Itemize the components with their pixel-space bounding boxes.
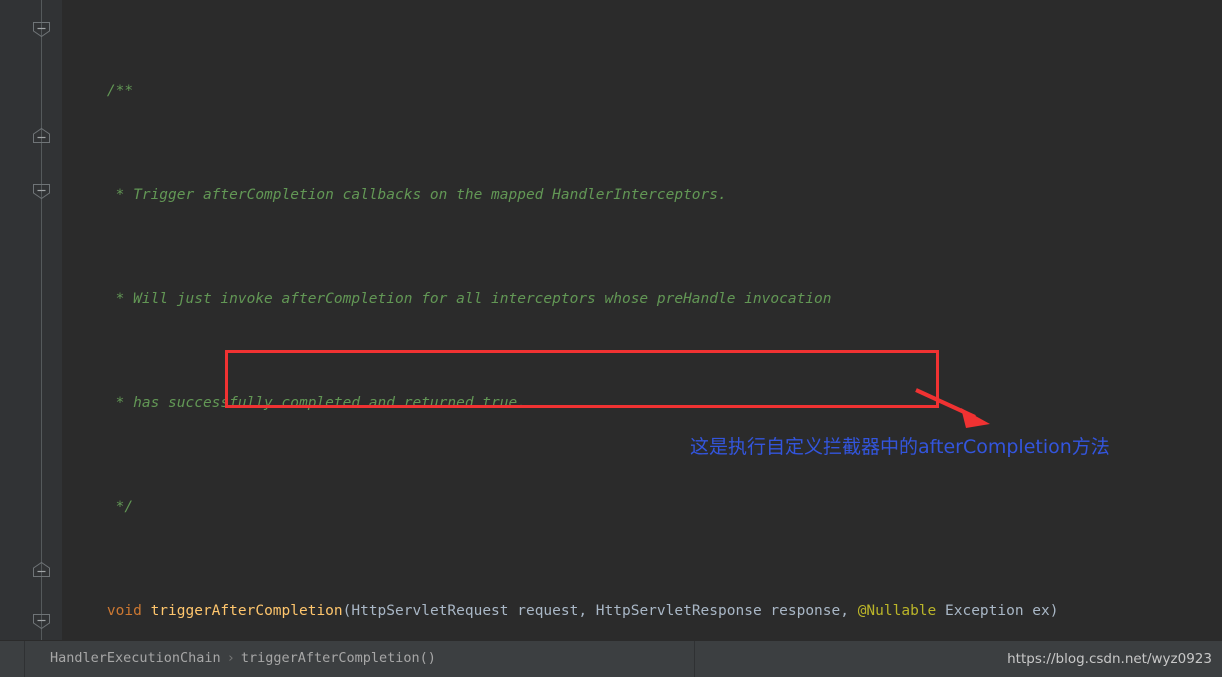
code-line[interactable]: * Will just invoke afterCompletion for a…: [62, 286, 1222, 312]
code-token-comment: * has successfully completed and returne…: [72, 395, 526, 411]
breadcrumb-class[interactable]: HandlerExecutionChain: [50, 650, 221, 666]
editor-gutter: [0, 0, 62, 640]
breadcrumb-separator: ›: [226, 650, 235, 666]
annotation-note-text: 这是执行自定义拦截器中的afterCompletion方法: [690, 436, 1110, 458]
fold-collapse-icon[interactable]: [32, 562, 51, 577]
breadcrumb[interactable]: HandlerExecutionChain › triggerAfterComple…: [50, 650, 436, 666]
fold-collapse-icon[interactable]: [32, 128, 51, 143]
code-token-annotation: @Nullable: [857, 603, 937, 619]
ide-window: /** * Trigger afterCompletion callbacks …: [0, 0, 1222, 677]
code-token-comment: * Trigger afterCompletion callbacks on t…: [72, 187, 727, 203]
code-line[interactable]: void triggerAfterCompletion(HttpServletR…: [62, 598, 1222, 624]
fold-collapse-icon[interactable]: [32, 184, 51, 199]
code-line[interactable]: */: [62, 494, 1222, 520]
watermark-url: https://blog.csdn.net/wyz0923: [1007, 651, 1212, 667]
fold-collapse-icon[interactable]: [32, 614, 51, 629]
breadcrumb-method[interactable]: triggerAfterCompletion(): [241, 650, 436, 666]
code-line[interactable]: * has successfully completed and returne…: [62, 390, 1222, 416]
status-bar: HandlerExecutionChain › triggerAfterComple…: [0, 640, 1222, 677]
code-token-comment: /**: [72, 83, 134, 99]
code-token-comment: */: [72, 499, 134, 515]
code-text[interactable]: /** * Trigger afterCompletion callbacks …: [62, 0, 1222, 640]
fold-rail-line: [41, 0, 42, 640]
fold-collapse-icon[interactable]: [32, 22, 51, 37]
code-line[interactable]: * Trigger afterCompletion callbacks on t…: [62, 182, 1222, 208]
code-token-method-name: triggerAfterCompletion: [150, 603, 343, 619]
code-token-comment: * Will just invoke afterCompletion for a…: [72, 291, 832, 307]
code-line[interactable]: /**: [62, 78, 1222, 104]
fold-gutter: [24, 0, 62, 640]
code-token-keyword: void: [106, 603, 142, 619]
code-editor-area[interactable]: /** * Trigger afterCompletion callbacks …: [62, 0, 1222, 640]
